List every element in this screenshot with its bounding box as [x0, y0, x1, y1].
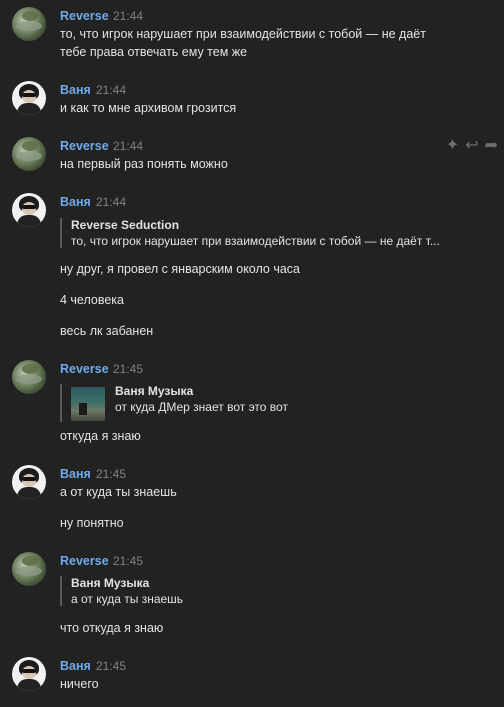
message-text: весь лк забанен: [60, 324, 154, 338]
message-time: 21:44: [113, 139, 144, 153]
message-text: тебе права отвечать ему тем же: [60, 45, 248, 59]
message-time: 21:45: [96, 467, 127, 481]
reply-image-thumbnail[interactable]: [71, 387, 105, 421]
reply-author: Reverse Seduction: [71, 218, 180, 232]
message-time: 21:45: [113, 362, 144, 376]
message-time: 21:45: [96, 659, 127, 673]
avatar[interactable]: [12, 552, 46, 586]
message-text: на первый раз понять можно: [60, 157, 228, 171]
reply-text: а от куда ты знаешь: [71, 592, 184, 606]
message-text: откуда я знаю: [60, 429, 141, 443]
author-name[interactable]: Ваня: [60, 659, 91, 673]
message-actions: ✦ ↩ ➦: [446, 138, 498, 154]
message-text: 4 человека: [60, 293, 125, 307]
avatar[interactable]: [12, 193, 46, 227]
message-text: а от куда ты знаешь: [60, 485, 177, 499]
message-text: ничего: [60, 677, 99, 691]
forward-icon[interactable]: ➦: [485, 138, 498, 154]
message-text: ну понятно: [60, 516, 124, 530]
reply-icon[interactable]: ↩: [465, 138, 478, 154]
author-name[interactable]: Reverse: [60, 139, 109, 153]
reply-quote[interactable]: Ваня Музыка от куда ДМер знает вот это в…: [60, 384, 288, 422]
avatar[interactable]: [12, 7, 46, 41]
author-name[interactable]: Ваня: [60, 195, 91, 209]
reply-author: Ваня Музыка: [71, 576, 150, 590]
avatar[interactable]: [12, 657, 46, 691]
avatar[interactable]: [12, 465, 46, 499]
author-name[interactable]: Reverse: [60, 9, 109, 23]
reply-author: Ваня Музыка: [115, 384, 194, 398]
author-name[interactable]: Ваня: [60, 467, 91, 481]
message-time: 21:44: [96, 195, 127, 209]
avatar[interactable]: [12, 360, 46, 394]
reply-text: от куда ДМер знает вот это вот: [115, 400, 288, 414]
author-name[interactable]: Ваня: [60, 83, 91, 97]
reply-quote[interactable]: Reverse Seduction то, что игрок нарушает…: [60, 218, 440, 248]
message-text: то, что игрок нарушает при взаимодействи…: [60, 27, 426, 41]
sparkle-icon[interactable]: ✦: [446, 138, 459, 154]
message-time: 21:44: [113, 9, 144, 23]
author-name[interactable]: Reverse: [60, 554, 109, 568]
reply-text: то, что игрок нарушает при взаимодействи…: [71, 234, 440, 248]
author-name[interactable]: Reverse: [60, 362, 109, 376]
avatar[interactable]: [12, 81, 46, 115]
message-text: что откуда я знаю: [60, 621, 164, 635]
message-time: 21:45: [113, 554, 144, 568]
message-text: и как то мне архивом грозится: [60, 101, 237, 115]
message-text: ну друг, я провел с январским около часа: [60, 262, 301, 276]
avatar[interactable]: [12, 137, 46, 171]
reply-quote[interactable]: Ваня Музыка а от куда ты знаешь: [60, 576, 183, 606]
message-time: 21:44: [96, 83, 127, 97]
